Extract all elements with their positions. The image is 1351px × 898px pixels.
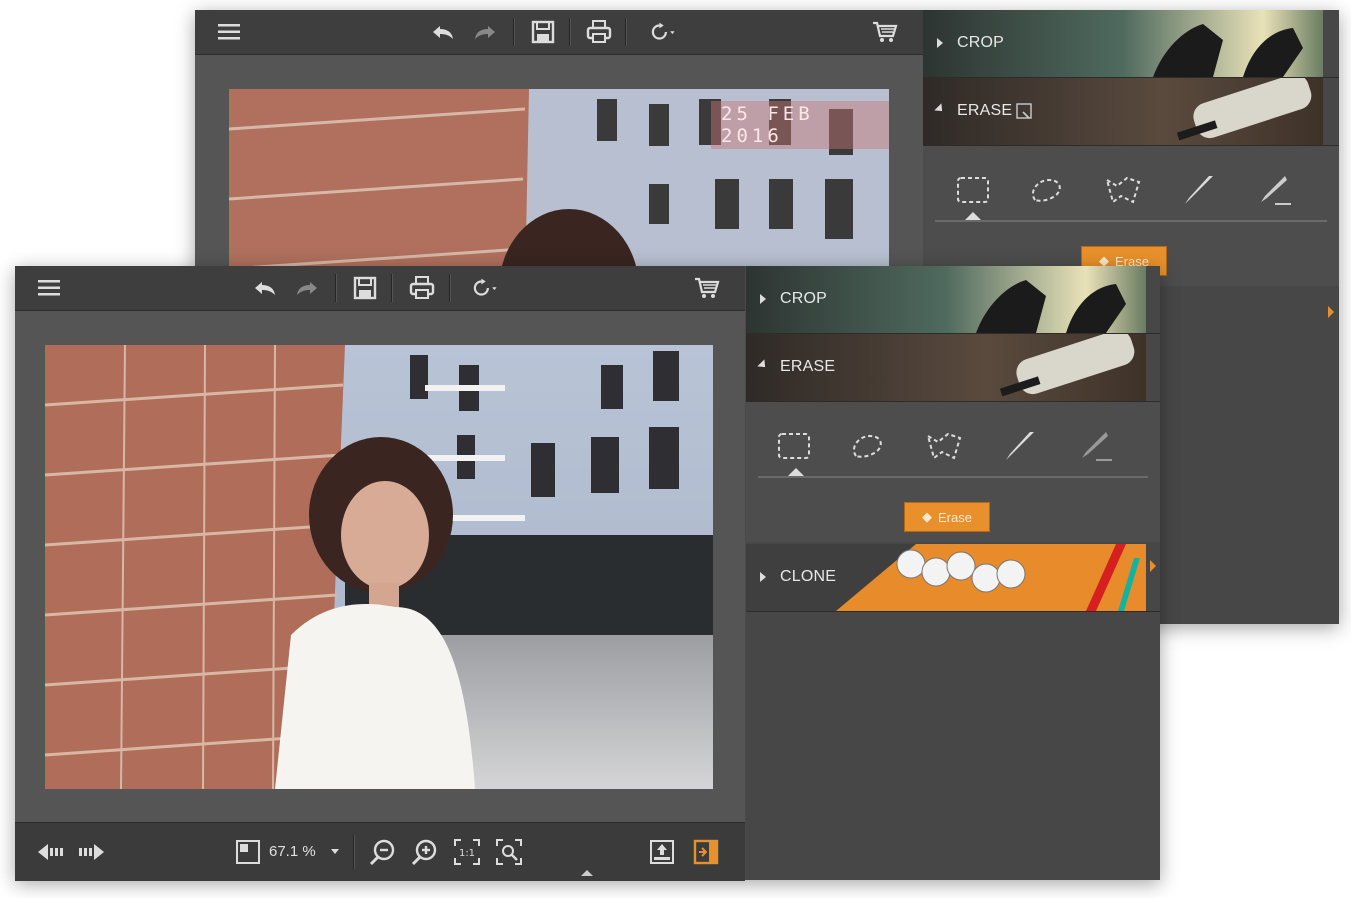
back-toolbar — [195, 10, 923, 55]
cart-icon[interactable] — [871, 18, 899, 46]
back-panel-expand-icon[interactable] — [1328, 306, 1334, 318]
print-icon[interactable] — [408, 274, 436, 302]
front-erase-section[interactable]: ERASE — [746, 334, 1160, 402]
toolbar-divider — [513, 18, 515, 46]
crop-label: CROP — [780, 290, 828, 307]
clone-label: CLONE — [780, 568, 837, 585]
brush-icon[interactable] — [1177, 170, 1221, 210]
redo-icon[interactable] — [471, 18, 499, 46]
photo-date-stamp: 25 FEB 2016 — [711, 101, 889, 149]
redo-icon[interactable] — [293, 274, 321, 302]
front-statusbar: 67.1 % 1:1 — [15, 822, 745, 881]
brush-size-track[interactable] — [935, 220, 1327, 222]
zoom-out-icon[interactable] — [368, 837, 398, 867]
eraser-brush-icon[interactable] — [1251, 170, 1295, 210]
export-icon[interactable] — [647, 837, 677, 867]
undo-icon[interactable] — [429, 18, 457, 46]
lasso-icon[interactable] — [846, 426, 890, 466]
crop-label: CROP — [957, 34, 1005, 51]
erase-info-icon[interactable] — [1015, 102, 1035, 122]
zoom-dropdown-icon[interactable] — [331, 849, 339, 854]
save-icon[interactable] — [529, 18, 557, 46]
rotate-icon[interactable] — [465, 274, 505, 302]
lasso-icon[interactable] — [1025, 170, 1069, 210]
erase-label: ERASE — [780, 358, 836, 375]
crop-expand-icon — [937, 38, 943, 48]
back-erase-tools: ◆ Erase — [923, 146, 1339, 286]
crop-expand-icon — [760, 294, 766, 304]
print-icon[interactable] — [585, 18, 613, 46]
polygon-lasso-icon[interactable] — [1101, 170, 1145, 210]
erase-button[interactable]: ◆ Erase — [904, 502, 990, 532]
rotate-icon[interactable] — [643, 18, 683, 46]
zoom-value[interactable]: 67.1 % — [269, 843, 316, 860]
brush-size-handle[interactable] — [788, 468, 804, 476]
brush-icon[interactable] — [998, 426, 1042, 466]
prev-icon[interactable] — [35, 837, 65, 867]
clone-expand-icon — [760, 572, 766, 582]
rect-select-icon[interactable] — [772, 426, 816, 466]
toolbar-divider — [449, 274, 451, 302]
front-photo — [45, 345, 713, 789]
back-erase-section[interactable]: ERASE — [923, 78, 1339, 146]
menu-icon[interactable] — [215, 18, 243, 46]
front-canvas — [15, 311, 745, 822]
polygon-lasso-icon[interactable] — [922, 426, 966, 466]
undo-icon[interactable] — [251, 274, 279, 302]
brush-size-track[interactable] — [758, 476, 1148, 478]
menu-icon[interactable] — [35, 274, 63, 302]
front-side-panel: CROP ERASE ◆ Erase CLONE — [746, 266, 1160, 880]
erase-label: ERASE — [957, 102, 1013, 119]
eraser-icon: ◆ — [922, 509, 933, 524]
zoom-in-icon[interactable] — [410, 837, 440, 867]
toolbar-divider — [625, 18, 627, 46]
cart-icon[interactable] — [693, 274, 721, 302]
rect-select-icon[interactable] — [951, 170, 995, 210]
fit-frame-icon[interactable] — [233, 837, 263, 867]
toolbar-divider — [335, 274, 337, 302]
zoom-fit-icon[interactable] — [494, 837, 524, 867]
next-icon[interactable] — [77, 837, 107, 867]
brush-size-handle[interactable] — [965, 212, 981, 220]
front-panel-expand-icon[interactable] — [1150, 560, 1156, 572]
svg-text:1:1: 1:1 — [459, 848, 475, 859]
front-clone-section[interactable]: CLONE — [746, 544, 1160, 612]
front-toolbar — [15, 266, 745, 311]
actual-size-icon[interactable]: 1:1 — [452, 837, 482, 867]
panel-toggle-icon[interactable] — [691, 837, 721, 867]
collapse-handle-icon[interactable] — [581, 870, 593, 876]
save-icon[interactable] — [351, 274, 379, 302]
front-crop-section[interactable]: CROP — [746, 266, 1160, 334]
front-editor-window: CROP ERASE ◆ Erase CLONE 67.1 % 1:1 — [15, 266, 1160, 881]
toolbar-divider — [391, 274, 393, 302]
statusbar-divider — [353, 835, 355, 869]
front-erase-tools: ◆ Erase — [746, 402, 1160, 542]
back-crop-section[interactable]: CROP — [923, 10, 1339, 78]
eraser-brush-icon[interactable] — [1072, 426, 1116, 466]
toolbar-divider — [569, 18, 571, 46]
